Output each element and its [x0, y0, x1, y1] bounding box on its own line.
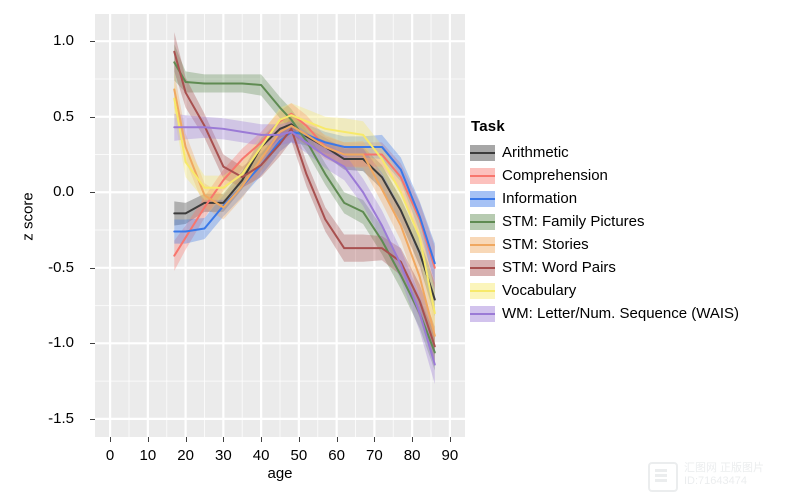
- x-tick-mark: [412, 437, 414, 442]
- y-tick-label: 0.5: [53, 107, 74, 125]
- x-tick-mark: [261, 437, 263, 442]
- legend-item: Comprehension: [470, 164, 739, 187]
- legend-title: Task: [471, 118, 505, 135]
- chart-screenshot: 1.0 0.5 0.0 -0.5 -1.0 -1.5 0 10 20 30 40 50 60 70 80 9…: [0, 0, 800, 504]
- legend-item-label: STM: Family Pictures: [502, 212, 645, 230]
- y-tick-mark: [90, 116, 95, 118]
- legend-line-swatch: [470, 220, 495, 223]
- x-axis-title: age: [267, 465, 293, 482]
- y-tick-mark: [90, 41, 95, 43]
- x-tick-mark: [298, 437, 300, 442]
- x-tick-label: 30: [215, 447, 232, 464]
- legend-item-label: Information: [502, 189, 578, 207]
- x-tick-mark: [147, 437, 149, 442]
- x-tick-label: 60: [328, 447, 345, 464]
- legend-item: WM: Letter/Num. Sequence (WAIS): [470, 302, 739, 325]
- x-tick-mark: [110, 437, 112, 442]
- x-tick-mark: [336, 437, 338, 442]
- y-tick-mark: [90, 343, 95, 345]
- legend-item: Vocabulary: [470, 279, 739, 302]
- legend-color-key: [470, 211, 495, 233]
- legend: Task Arithmetic Comprehension Information S…: [470, 118, 739, 325]
- legend-item-label: STM: Word Pairs: [502, 258, 616, 276]
- legend-color-key: [470, 257, 495, 279]
- x-tick-mark: [223, 437, 225, 442]
- legend-color-key: [470, 142, 495, 164]
- legend-color-key: [470, 165, 495, 187]
- legend-item-label: STM: Stories: [502, 235, 589, 253]
- legend-line-swatch: [470, 289, 495, 292]
- y-tick-label: -1.5: [48, 409, 74, 427]
- y-tick-mark: [90, 418, 95, 420]
- plot-canvas: [95, 14, 465, 437]
- x-tick-label: 80: [403, 447, 421, 464]
- plot-panel: [95, 14, 465, 437]
- legend-color-key: [470, 280, 495, 302]
- y-tick-mark: [90, 267, 95, 269]
- legend-line-swatch: [470, 312, 495, 315]
- legend-item: STM: Stories: [470, 233, 739, 256]
- y-tick-label: 1.0: [53, 32, 74, 50]
- x-tick-label: 40: [252, 447, 270, 464]
- legend-line-swatch: [470, 151, 495, 154]
- x-tick-label: 20: [177, 447, 194, 464]
- legend-line-swatch: [470, 197, 495, 200]
- legend-item: STM: Word Pairs: [470, 256, 739, 279]
- x-tick-label: 70: [366, 447, 383, 464]
- legend-item-label: Comprehension: [502, 166, 608, 184]
- legend-color-key: [470, 188, 495, 210]
- legend-item-label: Arithmetic: [502, 143, 569, 161]
- legend-item-label: WM: Letter/Num. Sequence (WAIS): [502, 304, 740, 322]
- x-tick-label: 50: [290, 447, 308, 464]
- x-tick-label: 10: [139, 447, 157, 464]
- legend-item: STM: Family Pictures: [470, 210, 739, 233]
- legend-color-key: [470, 234, 495, 256]
- legend-line-swatch: [470, 243, 495, 246]
- y-tick-label: 0.0: [53, 183, 74, 201]
- x-tick-label: 0: [105, 447, 115, 464]
- confidence-bands: [174, 32, 435, 385]
- legend-item: Information: [470, 187, 739, 210]
- legend-line-swatch: [470, 266, 495, 269]
- y-tick-label: -0.5: [48, 258, 74, 276]
- legend-line-swatch: [470, 174, 495, 177]
- legend-item-list: Arithmetic Comprehension Information STM: F…: [470, 141, 739, 325]
- y-tick-label: -1.0: [48, 334, 74, 352]
- x-tick-mark: [374, 437, 376, 442]
- legend-item-label: Vocabulary: [502, 281, 577, 299]
- x-tick-mark: [185, 437, 187, 442]
- y-axis-title: z score: [19, 192, 37, 241]
- x-tick-mark: [449, 437, 451, 442]
- legend-color-key: [470, 303, 495, 325]
- y-tick-mark: [90, 192, 95, 194]
- x-tick-label: 90: [441, 447, 459, 464]
- legend-item: Arithmetic: [470, 141, 739, 164]
